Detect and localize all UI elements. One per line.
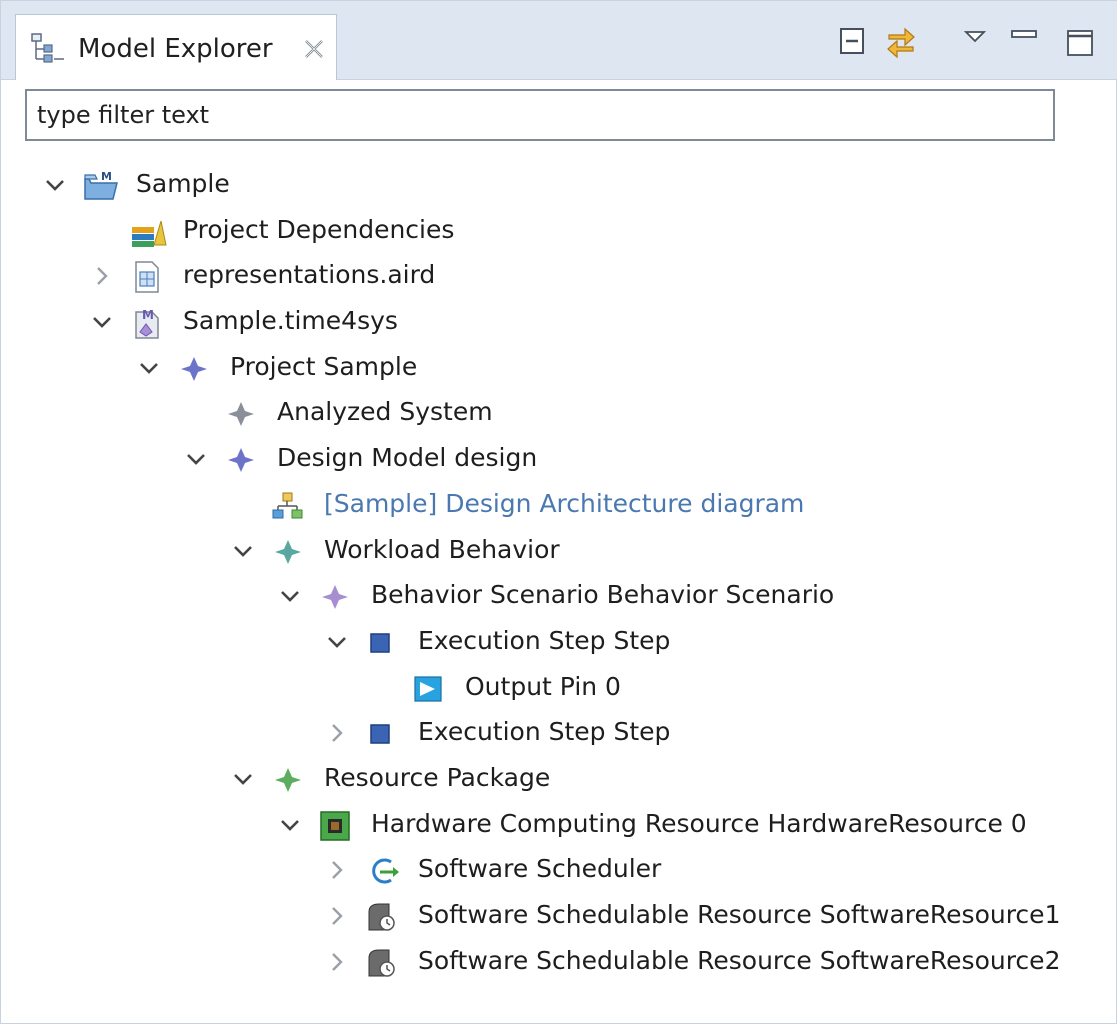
model-file-icon: M [130,306,164,339]
tree-item-label: Sample.time4sys [183,306,398,336]
schedulable-resource-icon [365,946,399,978]
tree-item[interactable]: Workload Behavior [1,529,1117,575]
tree-item-label: Execution Step Step [418,717,671,747]
chevron-down-icon[interactable] [135,354,163,382]
view-title: Model Explorer [78,34,273,64]
tree-item-label: Analyzed System [277,397,493,427]
tree-item-label: Software Schedulable Resource SoftwareRe… [418,900,1061,929]
tree-item[interactable]: Execution Step Step [1,620,1117,666]
chevron-down-icon[interactable] [229,765,257,793]
svg-text:M: M [142,308,154,322]
tree-item-label: Workload Behavior [324,534,560,564]
diamond-icon [224,443,258,475]
tree-item-label: Project Dependencies [183,214,455,244]
tree-item[interactable]: Project Dependencies [1,209,1117,255]
tree-item[interactable]: Resource Package [1,757,1117,803]
tree-item-label: Hardware Computing Resource HardwareReso… [371,808,1027,838]
tree-item[interactable]: Output Pin 0 [1,666,1117,712]
diamond-icon [224,397,258,429]
model-explorer-tab[interactable]: Model Explorer [15,14,337,80]
filter-input[interactable] [25,89,1055,141]
square-icon [365,717,399,749]
tree-item[interactable]: M Sample [1,163,1117,209]
tree-item-label: Software Schedulable Resource SoftwareRe… [418,945,1061,975]
tree-item-label: Project Sample [230,351,418,381]
minimize-icon[interactable] [1007,23,1043,59]
view-menu-icon[interactable] [959,23,995,59]
project-folder-icon: M [83,169,118,201]
model-explorer-icon [30,32,66,64]
model-explorer-view: Model Explorer type filter text M Sample… [0,0,1117,1024]
model-tree: M Sample Project Dependencies representatio… [1,163,1117,985]
chevron-right-icon[interactable] [323,902,351,930]
tree-item[interactable]: Design Model design [1,437,1117,483]
chevron-down-icon[interactable] [323,628,351,656]
tree-item-label: Sample [136,169,230,198]
tree-item[interactable]: Behavior Scenario Behavior Scenario [1,574,1117,620]
tree-item-label: [Sample] Design Architecture diagram [324,488,805,518]
chevron-right-icon[interactable] [88,262,116,290]
chevron-down-icon[interactable] [182,445,210,473]
tree-item[interactable]: M Sample.time4sys [1,300,1117,346]
tree-item[interactable]: Analyzed System [1,391,1117,437]
chevron-down-icon[interactable] [276,811,304,839]
tree-item[interactable]: Hardware Computing Resource HardwareReso… [1,803,1117,849]
tree-item-label: Software Scheduler [418,854,662,884]
chevron-down-icon[interactable] [88,308,116,336]
tree-item[interactable]: Project Sample [1,346,1117,392]
chevron-down-icon[interactable] [229,537,257,565]
chevron-right-icon[interactable] [323,719,351,747]
chevron-down-icon[interactable] [276,582,304,610]
chevron-down-icon[interactable] [41,171,69,199]
output-pin-icon [412,672,446,704]
chip-icon [318,809,352,841]
tree-item-label: representations.aird [183,260,436,290]
tree-item-label: Output Pin 0 [465,671,621,701]
tree-item[interactable]: Execution Step Step [1,711,1117,757]
tree-item-label: Design Model design [277,443,538,473]
diagram-icon [271,489,305,521]
schedulable-resource-icon [365,900,399,932]
diamond-icon [318,580,352,612]
tree-item-label: Behavior Scenario Behavior Scenario [371,580,835,610]
dependencies-icon [130,215,167,247]
tree-item[interactable]: representations.aird [1,254,1117,300]
maximize-icon[interactable] [1063,23,1099,59]
close-icon[interactable] [303,38,325,60]
diamond-icon [271,763,305,795]
tree-item[interactable]: [Sample] Design Architecture diagram [1,483,1117,529]
tree-item[interactable]: Software Schedulable Resource SoftwareRe… [1,894,1117,940]
aird-file-icon [130,260,164,294]
scheduler-icon [365,854,399,886]
tree-item-label: Execution Step Step [418,625,671,655]
tree-item[interactable]: Software Schedulable Resource SoftwareRe… [1,940,1117,986]
diamond-icon [271,535,305,567]
svg-text:M: M [101,170,112,183]
tree-item[interactable]: Software Scheduler [1,848,1117,894]
collapse-all-icon[interactable] [835,23,871,59]
tree-item-label: Resource Package [324,762,551,792]
view-tab-bar: Model Explorer [1,1,1117,80]
link-with-editor-icon[interactable] [883,23,919,59]
square-icon [365,626,399,658]
diamond-icon [177,352,211,384]
chevron-right-icon[interactable] [323,856,351,884]
chevron-right-icon[interactable] [323,948,351,976]
